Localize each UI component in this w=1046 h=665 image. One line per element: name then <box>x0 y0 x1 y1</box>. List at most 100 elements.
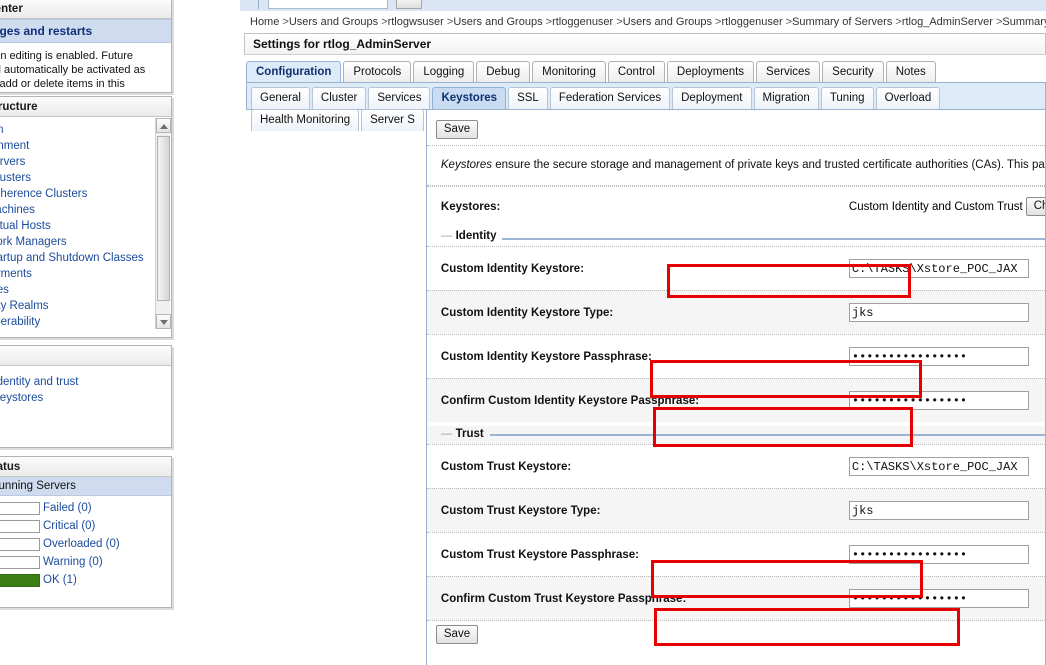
how-do-i-link[interactable]: Configure keystores <box>0 390 171 406</box>
tab-security[interactable]: Security <box>822 61 884 83</box>
trust-section-legend: — Trust <box>427 426 1045 444</box>
domain-tree-node[interactable]: ├──Work Managers <box>0 234 171 250</box>
tab-deployments[interactable]: Deployments <box>667 61 754 83</box>
toolbar-divider <box>258 0 259 9</box>
keystores-value: Custom Identity and Custom Trust <box>849 201 1023 213</box>
domain-tree-node[interactable]: rtlog_domain <box>0 122 171 138</box>
tab-protocols[interactable]: Protocols <box>343 61 411 83</box>
breadcrumb-link[interactable]: Users and Groups <box>289 16 378 28</box>
health-row: Critical (0) <box>0 517 171 535</box>
tab-control[interactable]: Control <box>608 61 665 83</box>
subtab-general[interactable]: General <box>251 87 310 109</box>
tab-monitoring[interactable]: Monitoring <box>532 61 606 83</box>
domain-tree-node[interactable]: ──Deployments <box>0 266 171 282</box>
domain-tree-node[interactable]: ├──Virtual Hosts <box>0 218 171 234</box>
subtab-overload[interactable]: Overload <box>876 87 941 109</box>
breadcrumb-link[interactable]: rtlog_AdminServer <box>902 16 993 28</box>
tab-services[interactable]: Services <box>756 61 820 83</box>
subtab-cluster[interactable]: Cluster <box>312 87 366 109</box>
description-rest: ensure the secure storage and management… <box>492 159 1045 171</box>
breadcrumb-link[interactable]: rtloggenuser <box>721 16 782 28</box>
domain-tree-node[interactable]: ├──Machines <box>0 202 171 218</box>
breadcrumb-separator: > <box>444 16 453 28</box>
field-value-cell <box>849 545 1046 564</box>
keystores-value-cell: Custom Identity and Custom Trust Change <box>849 197 1046 216</box>
input-custom-identity-keystore[interactable] <box>849 259 1029 278</box>
scroll-down-arrow-icon[interactable] <box>156 314 171 329</box>
subtab-keystores[interactable]: Keystores <box>432 87 506 109</box>
domain-tree-node-label: Services <box>0 284 9 296</box>
browser-search-button[interactable] <box>396 0 422 9</box>
primary-tab-bar: ConfigurationProtocolsLoggingDebugMonito… <box>246 61 1046 83</box>
how-do-i-link[interactable]: Set up SSL <box>0 406 171 422</box>
view-changes-and-restarts-link[interactable]: View changes and restarts <box>0 19 171 43</box>
input-custom-identity-keystore-type[interactable] <box>849 303 1029 322</box>
health-bar-cell <box>0 517 43 535</box>
input-confirm-custom-identity-keystore-passphrase[interactable] <box>849 391 1029 410</box>
domain-tree-node-label: Interoperability <box>0 316 40 328</box>
health-bar-empty <box>0 556 40 569</box>
health-status-label[interactable]: Failed (0) <box>43 499 171 517</box>
breadcrumb-link[interactable]: Users and Groups <box>453 16 542 28</box>
input-custom-identity-keystore-passphrase[interactable] <box>849 347 1029 366</box>
scrollbar-thumb[interactable] <box>157 136 170 301</box>
field-value-cell <box>849 457 1046 476</box>
breadcrumb-separator: > <box>279 16 288 28</box>
trust-fields: Custom Trust Keystore:Thean Custom Trust… <box>427 444 1045 620</box>
tab-configuration[interactable]: Configuration <box>246 61 341 83</box>
input-custom-trust-keystore[interactable] <box>849 457 1029 476</box>
breadcrumb-link[interactable]: Home <box>250 16 279 28</box>
domain-tree-node[interactable]: +──Clusters <box>0 170 171 186</box>
input-custom-trust-keystore-passphrase[interactable] <box>849 545 1029 564</box>
health-bar-empty <box>0 520 40 533</box>
save-button-bottom[interactable]: Save <box>436 625 478 644</box>
domain-tree-scrollbar[interactable] <box>155 118 170 329</box>
breadcrumb-separator: > <box>378 16 387 28</box>
domain-tree-node-label: Deployments <box>0 268 32 280</box>
input-custom-trust-keystore-type[interactable] <box>849 501 1029 520</box>
breadcrumb-link[interactable]: Summary of Servers <box>792 16 892 28</box>
tab-notes[interactable]: Notes <box>886 61 936 83</box>
subtab-migration[interactable]: Migration <box>754 87 819 109</box>
how-do-i-title: How do I... <box>0 346 171 366</box>
scroll-up-arrow-icon[interactable] <box>156 118 171 133</box>
domain-tree-node[interactable]: ──Interoperability <box>0 314 171 330</box>
browser-search-input[interactable] <box>268 0 388 9</box>
health-status-label[interactable]: OK (1) <box>43 571 171 589</box>
subtab-federation-services[interactable]: Federation Services <box>550 87 670 109</box>
change-button[interactable]: Change <box>1026 197 1046 216</box>
breadcrumb-link[interactable]: rtloggenuser <box>552 16 613 28</box>
field-label: Confirm Custom Trust Keystore Passphrase… <box>441 593 849 605</box>
domain-tree-node[interactable]: ──Services <box>0 282 171 298</box>
tab-logging[interactable]: Logging <box>413 61 474 83</box>
breadcrumb-link[interactable]: rtlogwsuser <box>388 16 444 28</box>
subtab-deployment[interactable]: Deployment <box>672 87 751 109</box>
field-label: Custom Identity Keystore: <box>441 263 849 275</box>
save-row-top: Save <box>427 118 1045 145</box>
input-confirm-custom-trust-keystore-passphrase[interactable] <box>849 589 1029 608</box>
how-do-i-link[interactable]: Configure identity and trust <box>0 374 171 390</box>
health-of-running-servers-label: Health of Running Servers <box>0 477 171 496</box>
domain-tree-node[interactable]: ├──Coherence Clusters <box>0 186 171 202</box>
change-center-title: Change Center <box>0 0 171 19</box>
health-status-label[interactable]: Warning (0) <box>43 553 171 571</box>
subtab-tuning[interactable]: Tuning <box>821 87 874 109</box>
save-button[interactable]: Save <box>436 120 478 139</box>
save-row-bottom: Save <box>427 621 1045 650</box>
breadcrumb-link[interactable]: Users and Groups <box>623 16 712 28</box>
domain-tree-node[interactable]: ──Security Realms <box>0 298 171 314</box>
health-status-label[interactable]: Critical (0) <box>43 517 171 535</box>
subtab-server-s[interactable]: Server S <box>361 109 424 131</box>
subtab-services[interactable]: Services <box>368 87 430 109</box>
health-bar-cell <box>0 535 43 553</box>
subtab-ssl[interactable]: SSL <box>508 87 548 109</box>
breadcrumb-link[interactable]: Summary of Servers <box>1002 16 1046 28</box>
health-status-label[interactable]: Overloaded (0) <box>43 535 171 553</box>
domain-tree-node[interactable]: └──Startup and Shutdown Classes <box>0 250 171 266</box>
form-row: Custom Trust Keystore Type:Thebek <box>427 488 1045 532</box>
field-label: Confirm Custom Identity Keystore Passphr… <box>441 395 849 407</box>
domain-tree-node[interactable]: ├──Servers <box>0 154 171 170</box>
subtab-health-monitoring[interactable]: Health Monitoring <box>251 109 359 131</box>
domain-tree-node[interactable]: └─Environment <box>0 138 171 154</box>
tab-debug[interactable]: Debug <box>476 61 530 83</box>
